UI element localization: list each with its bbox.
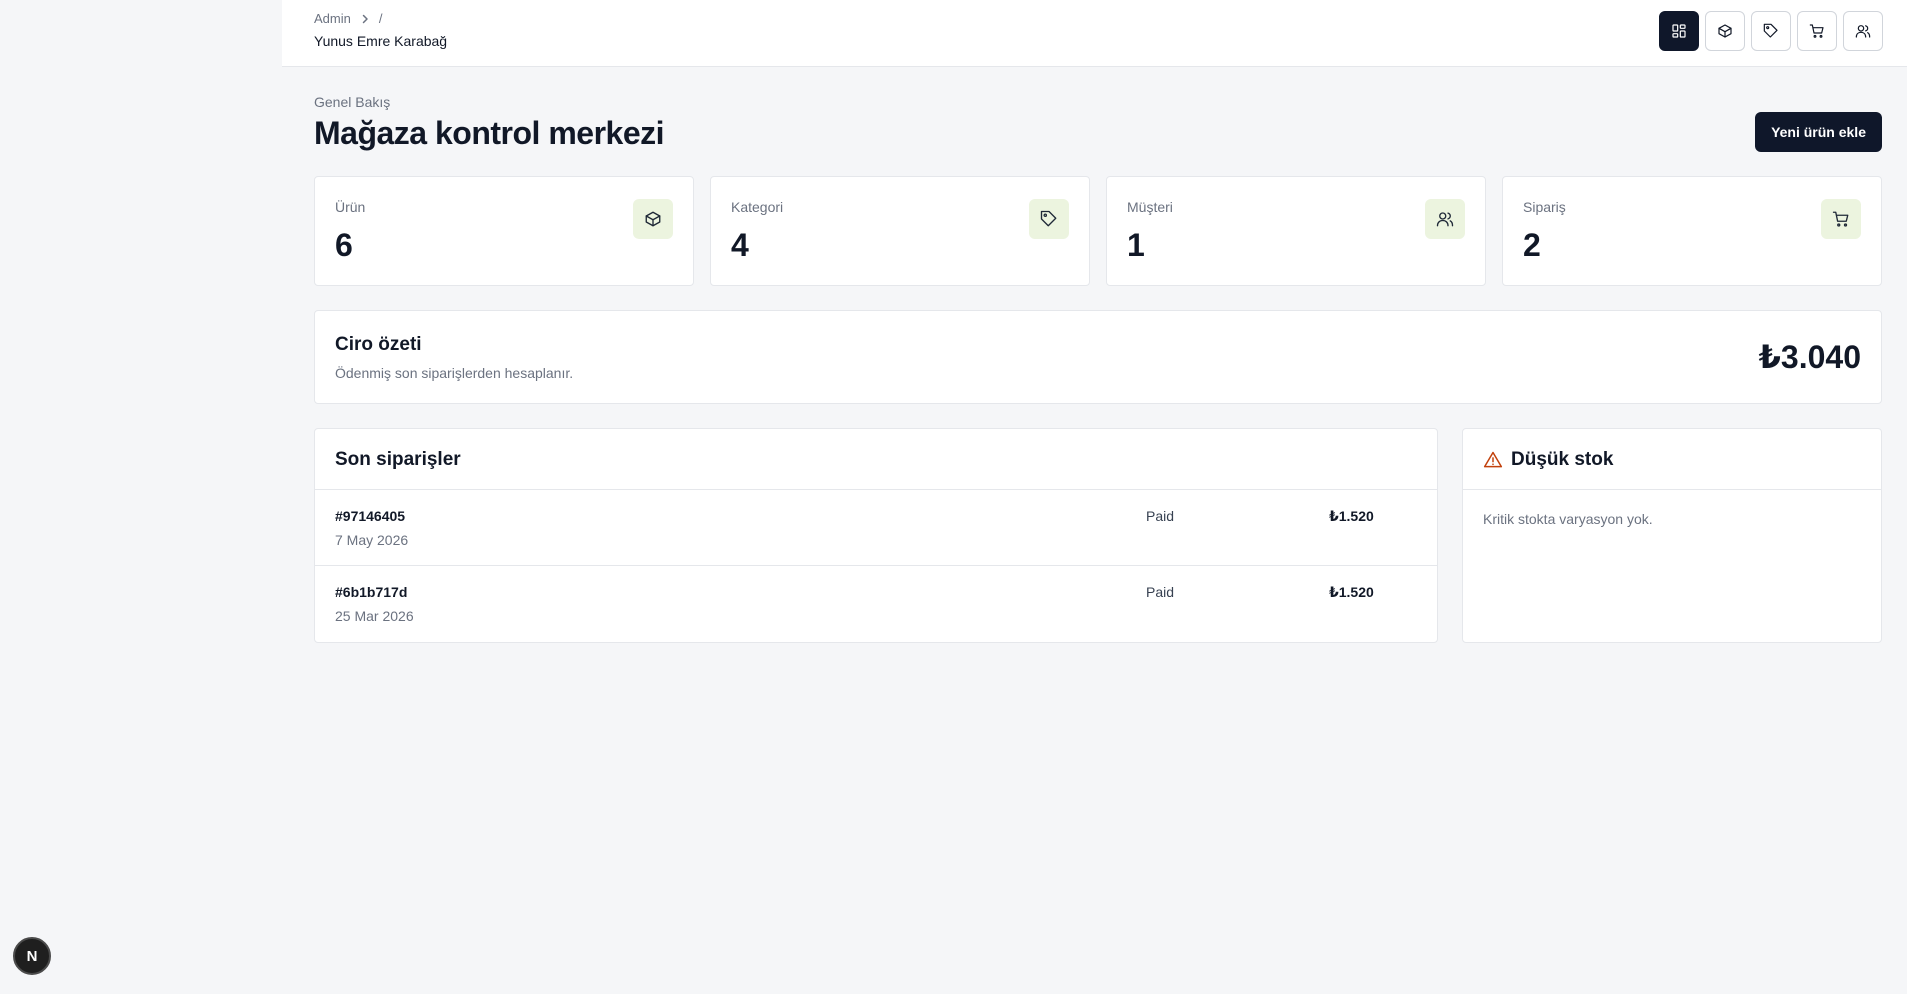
order-total: ₺1.520 bbox=[1329, 584, 1374, 600]
nav-buttons bbox=[1659, 11, 1883, 51]
box-icon bbox=[1718, 24, 1732, 38]
stat-card-orders: Sipariş 2 bbox=[1502, 176, 1882, 286]
stat-label: Müşteri bbox=[1127, 199, 1173, 215]
chevron-right-icon bbox=[359, 13, 371, 25]
dashboard-icon bbox=[1672, 24, 1686, 38]
revenue-title: Ciro özeti bbox=[335, 334, 422, 355]
dev-tools-button[interactable]: N bbox=[13, 937, 51, 975]
panel-title: Son siparişler bbox=[335, 449, 461, 470]
box-icon bbox=[645, 211, 661, 227]
nav-orders-button[interactable] bbox=[1797, 11, 1837, 51]
stat-value: 1 bbox=[1127, 227, 1145, 263]
order-row[interactable]: #97146405 7 May 2026 Paid ₺1.520 bbox=[315, 490, 1437, 566]
main-area: Admin / Yunus Emre Karabağ Genel Bakış M… bbox=[282, 0, 1907, 994]
stat-value: 6 bbox=[335, 227, 353, 263]
sidebar bbox=[0, 0, 282, 994]
order-date: 25 Mar 2026 bbox=[335, 608, 414, 624]
stat-icon-wrapper bbox=[633, 199, 673, 239]
order-total: ₺1.520 bbox=[1329, 508, 1374, 524]
stats-row: Ürün 6 Kategori 4 Müşteri 1 Sipariş 2 bbox=[314, 176, 1882, 286]
top-bar: Admin / Yunus Emre Karabağ bbox=[282, 0, 1907, 67]
stat-icon-wrapper bbox=[1029, 199, 1069, 239]
revenue-subtitle: Ödenmiş son siparişlerden hesaplanır. bbox=[335, 365, 574, 381]
stat-card-categories: Kategori 4 bbox=[710, 176, 1090, 286]
low-stock-panel: Düşük stok Kritik stokta varyasyon yok. bbox=[1462, 428, 1882, 643]
panel-header: Düşük stok bbox=[1463, 429, 1881, 490]
breadcrumb-admin[interactable]: Admin bbox=[314, 11, 351, 26]
stat-card-products: Ürün 6 bbox=[314, 176, 694, 286]
cart-icon bbox=[1809, 24, 1824, 38]
nav-customers-button[interactable] bbox=[1843, 11, 1883, 51]
stat-label: Ürün bbox=[335, 199, 366, 215]
user-name: Yunus Emre Karabağ bbox=[314, 33, 448, 49]
nav-products-button[interactable] bbox=[1705, 11, 1745, 51]
empty-message: Kritik stokta varyasyon yok. bbox=[1483, 511, 1653, 527]
stat-value: 2 bbox=[1523, 227, 1541, 263]
stat-label: Kategori bbox=[731, 199, 784, 215]
tag-icon bbox=[1763, 23, 1778, 38]
panel-title: Düşük stok bbox=[1511, 449, 1614, 470]
breadcrumb: Admin / bbox=[314, 11, 382, 26]
stat-card-customers: Müşteri 1 bbox=[1106, 176, 1486, 286]
page-eyebrow: Genel Bakış bbox=[314, 94, 391, 110]
page-title: Mağaza kontrol merkezi bbox=[314, 115, 665, 151]
users-icon bbox=[1855, 25, 1871, 38]
order-status: Paid bbox=[1146, 508, 1175, 524]
stat-label: Sipariş bbox=[1523, 199, 1566, 215]
stat-icon-wrapper bbox=[1425, 199, 1465, 239]
panel-header: Son siparişler bbox=[315, 429, 1437, 490]
tag-icon bbox=[1040, 210, 1057, 227]
stat-icon-wrapper bbox=[1821, 199, 1861, 239]
warning-icon bbox=[1483, 450, 1503, 470]
nav-dashboard-button[interactable] bbox=[1659, 11, 1699, 51]
new-product-button[interactable]: Yeni ürün ekle bbox=[1755, 112, 1882, 152]
recent-orders-panel: Son siparişler #97146405 7 May 2026 Paid… bbox=[314, 428, 1438, 643]
order-status: Paid bbox=[1146, 584, 1175, 600]
order-row[interactable]: #6b1b717d 25 Mar 2026 Paid ₺1.520 bbox=[315, 566, 1437, 642]
revenue-summary-card: Ciro özeti Ödenmiş son siparişlerden hes… bbox=[314, 310, 1882, 404]
order-id: #97146405 bbox=[335, 508, 406, 524]
breadcrumb-separator: / bbox=[378, 11, 383, 26]
order-id: #6b1b717d bbox=[335, 584, 408, 600]
cart-icon bbox=[1832, 211, 1849, 227]
stat-value: 4 bbox=[731, 227, 749, 263]
order-date: 7 May 2026 bbox=[335, 532, 409, 548]
users-icon bbox=[1436, 212, 1454, 227]
nav-categories-button[interactable] bbox=[1751, 11, 1791, 51]
revenue-total: ₺3.040 bbox=[1758, 339, 1861, 375]
